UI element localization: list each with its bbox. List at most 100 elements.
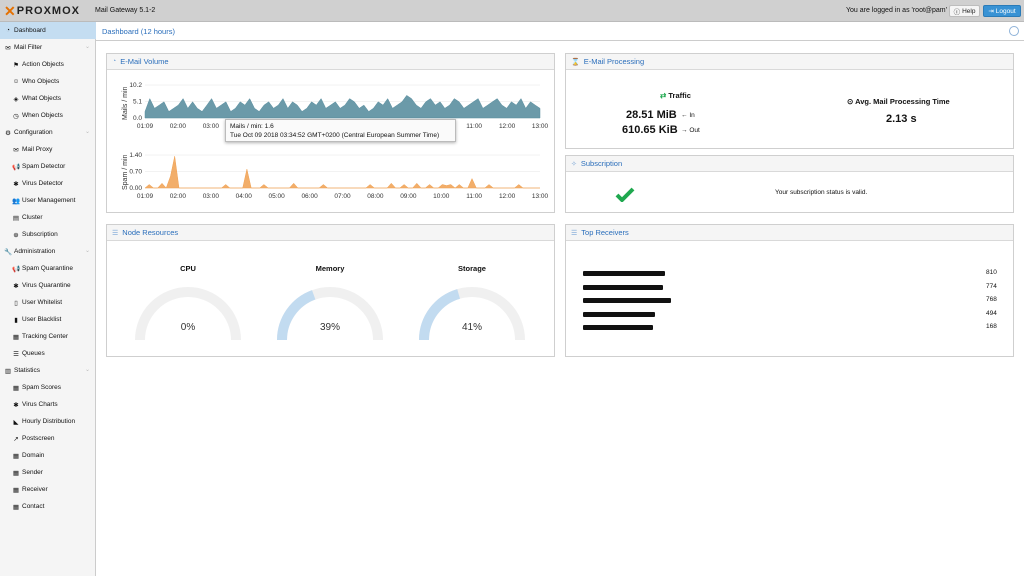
sidebar-item-user-whitelist[interactable]: ▯User Whitelist — [0, 294, 96, 311]
logout-label: Logout — [996, 8, 1016, 15]
list-icon: ☰ — [12, 350, 20, 358]
sidebar-item-administration[interactable]: 🔧Administration ⌄ — [0, 243, 96, 260]
support-icon: ⊕ — [12, 231, 20, 239]
x-tick-label: 03:00 — [203, 193, 220, 200]
envelope-icon: ✉ — [12, 146, 20, 154]
panel-title: E-Mail Processing — [584, 57, 644, 66]
gear-icon[interactable] — [1009, 26, 1019, 36]
sidebar-item-label: Tracking Center — [22, 333, 68, 340]
sidebar-item-statistics[interactable]: ▥Statistics⌄ — [0, 362, 96, 379]
sidebar-item-queues[interactable]: ☰Queues — [0, 345, 96, 362]
sidebar-item-label: Dashboard — [14, 27, 46, 34]
navigation-sidebar: ◔Dashboard ✉ Mail Filter ⌄ ⚑Action Objects☺W… — [0, 22, 96, 576]
logout-button[interactable]: ⇥Logout — [983, 5, 1021, 17]
gauge-arc — [270, 282, 390, 352]
sidebar-item-label: Spam Quarantine — [22, 265, 73, 272]
list-icon: ☰ — [112, 229, 118, 237]
bullhorn-icon: 📢 — [12, 163, 20, 171]
server-icon: ▤ — [12, 214, 20, 222]
question-circle-icon: ⓘ — [954, 6, 961, 16]
sidebar-item-virus-quarantine[interactable]: ✱Virus Quarantine — [0, 277, 96, 294]
sidebar-item-postscreen[interactable]: ↗Postscreen — [0, 430, 96, 447]
sidebar-item-action-objects[interactable]: ⚑Action Objects — [0, 56, 96, 73]
gauge-label: Memory — [310, 264, 350, 273]
file-dark-icon: ▮ — [12, 316, 20, 324]
wrench-icon: 🔧 — [4, 248, 12, 256]
x-tick-label: 12:00 — [499, 193, 516, 200]
x-tick-label: 10:00 — [433, 193, 450, 200]
sidebar-item-what-objects[interactable]: ◈What Objects — [0, 90, 96, 107]
traffic-in-label: ← In — [681, 112, 695, 119]
spam-area-series — [145, 156, 540, 188]
sidebar-item-label: User Management — [22, 197, 75, 204]
sidebar-item-virus-detector[interactable]: ✱Virus Detector — [0, 175, 96, 192]
chevron-down-icon[interactable]: ⌄ — [85, 247, 90, 254]
x-tick-label: 02:00 — [170, 123, 187, 130]
chevron-down-icon[interactable]: ⌄ — [85, 43, 90, 50]
x-tick-label: 01:09 — [137, 193, 154, 200]
gauge-value: 41% — [452, 322, 492, 333]
sidebar-item-hourly-distribution[interactable]: ◣Hourly Distribution — [0, 413, 96, 430]
in-label: In — [689, 112, 694, 119]
panel-title: Top Receivers — [581, 228, 629, 237]
sidebar-item-virus-charts[interactable]: ✱Virus Charts — [0, 396, 96, 413]
cogs-icon: ⚙ — [4, 129, 12, 137]
sidebar-item-label: Contact — [22, 503, 44, 510]
x-tick-label: 05:00 — [269, 193, 286, 200]
sidebar-item-spam-detector[interactable]: 📢Spam Detector — [0, 158, 96, 175]
receiver-count: 810 — [986, 269, 997, 276]
gauge-value: 0% — [168, 322, 208, 333]
cube-icon: ◈ — [12, 95, 20, 103]
sidebar-item-contact[interactable]: ▦Contact — [0, 498, 96, 515]
chevron-down-icon[interactable]: ⌄ — [85, 366, 90, 373]
receiver-count: 774 — [986, 283, 997, 290]
sidebar-item-mail-proxy[interactable]: ✉Mail Proxy — [0, 141, 96, 158]
sidebar-item-label: Virus Quarantine — [22, 282, 71, 289]
sidebar-item-sender[interactable]: ▦Sender — [0, 464, 96, 481]
x-tick-label: 01:09 — [137, 123, 154, 130]
support-icon: ✧ — [571, 160, 577, 168]
traffic-heading: ⇄ Traffic — [660, 91, 691, 100]
sidebar-item-cluster[interactable]: ▤Cluster — [0, 209, 96, 226]
sidebar-item-spam-quarantine[interactable]: 📢Spam Quarantine — [0, 260, 96, 277]
traffic-in-value: 28.51 MiB — [626, 109, 677, 121]
table-icon: ▦ — [12, 503, 20, 511]
sidebar-item-subscription[interactable]: ⊕Subscription — [0, 226, 96, 243]
traffic-label: Traffic — [668, 91, 691, 100]
y-axis-label: Mails / min — [122, 86, 129, 120]
help-button[interactable]: ⓘHelp — [949, 5, 980, 17]
receiver-count: 768 — [986, 296, 997, 303]
sidebar-item-tracking-center[interactable]: ▦Tracking Center — [0, 328, 96, 345]
sidebar-item-receiver[interactable]: ▦Receiver — [0, 481, 96, 498]
sidebar-item-user-management[interactable]: 👥User Management — [0, 192, 96, 209]
chevron-down-icon[interactable]: ⌄ — [85, 128, 90, 135]
redacted-receiver-address — [583, 312, 655, 317]
sidebar-item-user-blacklist[interactable]: ▮User Blacklist — [0, 311, 96, 328]
sidebar-item-when-objects[interactable]: ◷When Objects — [0, 107, 96, 124]
x-tick-label: 02:00 — [170, 193, 187, 200]
panel-title: Subscription — [581, 159, 622, 168]
exchange-icon: ⇄ — [660, 91, 666, 100]
x-tick-label: 08:00 — [367, 193, 384, 200]
logged-in-text: You are logged in as 'root@pam' — [846, 7, 947, 14]
area-chart-icon: ◣ — [12, 418, 20, 426]
sidebar-item-label: Administration — [14, 248, 55, 255]
sidebar-item-configuration[interactable]: ⚙Configuration ⌄ — [0, 124, 96, 141]
sidebar-item-label: When Objects — [22, 112, 63, 119]
x-tick-label: 06:00 — [301, 193, 318, 200]
x-tick-label: 11:00 — [466, 193, 482, 200]
out-label: Out — [689, 127, 699, 134]
table-icon: ▦ — [12, 384, 20, 392]
sidebar-item-who-objects[interactable]: ☺Who Objects — [0, 73, 96, 90]
sign-out-icon: ⇥ — [988, 7, 993, 15]
sidebar-item-label: User Whitelist — [22, 299, 62, 306]
sidebar-item-label: Hourly Distribution — [22, 418, 75, 425]
sidebar-item-domain[interactable]: ▦Domain — [0, 447, 96, 464]
sidebar-item-dashboard[interactable]: ◔Dashboard — [0, 22, 96, 39]
y-axis-label: Spam / min — [122, 154, 129, 190]
gauge-label: Storage — [452, 264, 492, 273]
sidebar-item-label: Configuration — [14, 129, 53, 136]
sidebar-item-label: Mail Filter — [14, 44, 42, 51]
sidebar-item-spam-scores[interactable]: ▦Spam Scores — [0, 379, 96, 396]
sidebar-item-mail-filter[interactable]: ✉Mail Filter⌄ — [0, 39, 96, 56]
